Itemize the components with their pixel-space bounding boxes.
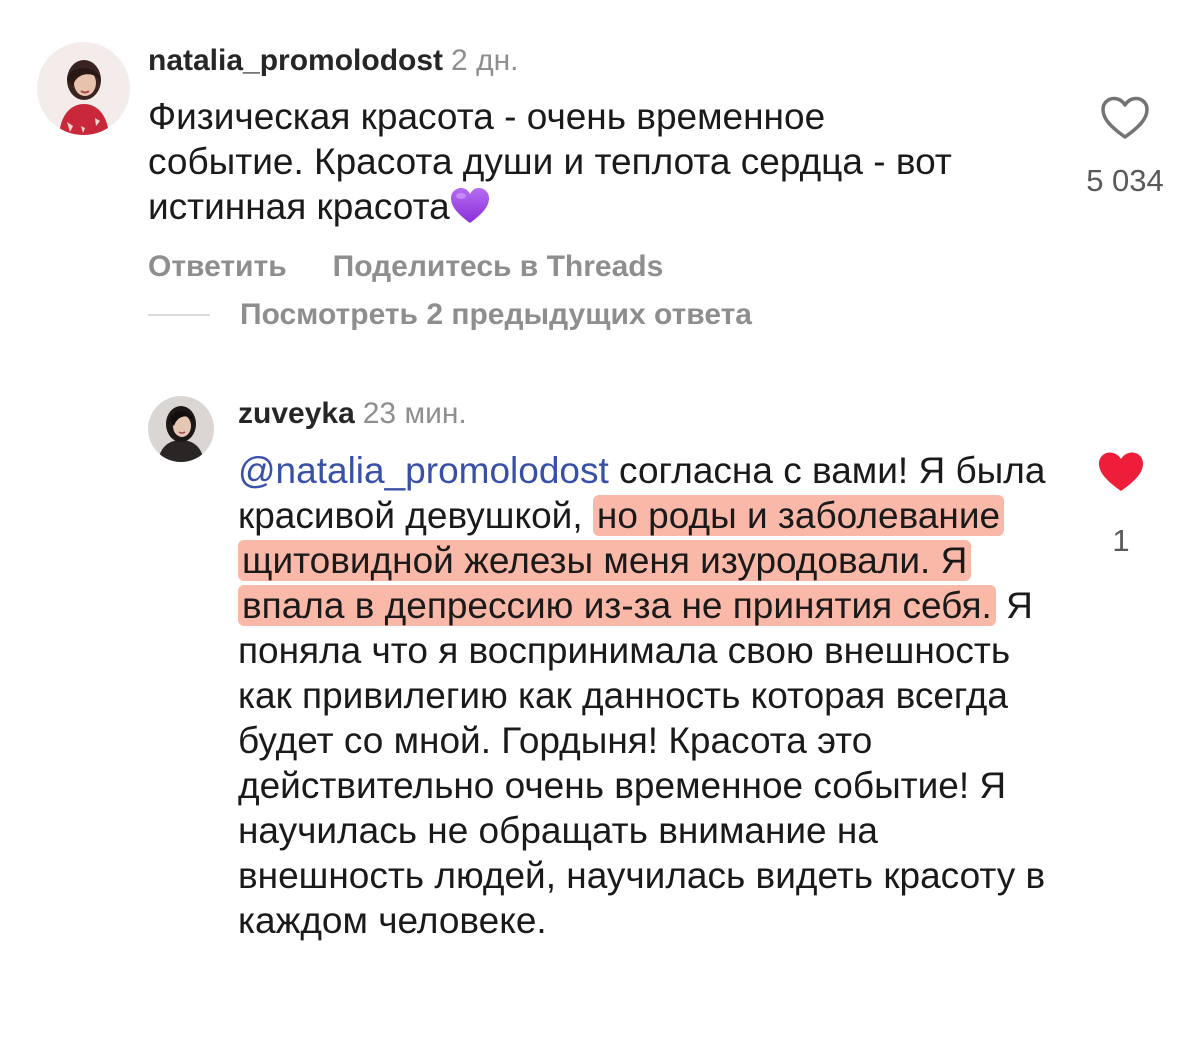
username[interactable]: natalia_promolodost	[148, 44, 443, 77]
comment-time: 23 мин.	[362, 397, 467, 430]
mention-link[interactable]: @natalia_promolodost	[238, 450, 609, 491]
view-previous-replies[interactable]: Посмотреть 2 предыдущих ответа	[148, 298, 752, 332]
avatar-photo-natalia	[37, 42, 130, 135]
like-column: 5 034	[1070, 96, 1180, 199]
like-count: 5 034	[1086, 163, 1164, 198]
comment-text: @natalia_promolodost согласна с вами! Я …	[238, 448, 1048, 943]
purple-heart-icon	[450, 187, 490, 235]
heart-filled-icon[interactable]	[1066, 450, 1176, 499]
username[interactable]: zuveyka	[238, 397, 355, 430]
divider-line	[148, 314, 210, 316]
comment-text-end: истинная красота	[148, 186, 450, 227]
view-replies-label: Посмотреть 2 предыдущих ответа	[240, 298, 752, 331]
reply-button[interactable]: Ответить	[148, 250, 287, 283]
comment-header: natalia_promolodost 2 дн.	[148, 44, 518, 78]
avatar-natalia[interactable]	[37, 42, 130, 135]
comment-text-line: Физическая красота - очень временное	[148, 96, 826, 137]
comment-text-part: Я поняла что я воспринимала свою внешнос…	[238, 585, 1046, 941]
heart-outline-icon[interactable]	[1070, 96, 1180, 145]
comment-text-line: событие. Красота души и теплота сердца -…	[148, 141, 952, 182]
comment-time: 2 дн.	[451, 44, 519, 77]
comment-header: zuveyka 23 мин.	[238, 397, 467, 431]
like-count: 1	[1112, 523, 1130, 558]
avatar-photo-zuveyka	[148, 396, 214, 462]
comment-actions: Ответить Поделитесь в Threads	[148, 250, 663, 284]
avatar-zuveyka[interactable]	[148, 396, 214, 462]
share-threads-button[interactable]: Поделитесь в Threads	[333, 250, 664, 283]
comment-text-line: истинная красота	[148, 184, 1068, 235]
comment-text: Физическая красота - очень временное соб…	[148, 94, 1068, 235]
like-column: 1	[1066, 450, 1176, 559]
